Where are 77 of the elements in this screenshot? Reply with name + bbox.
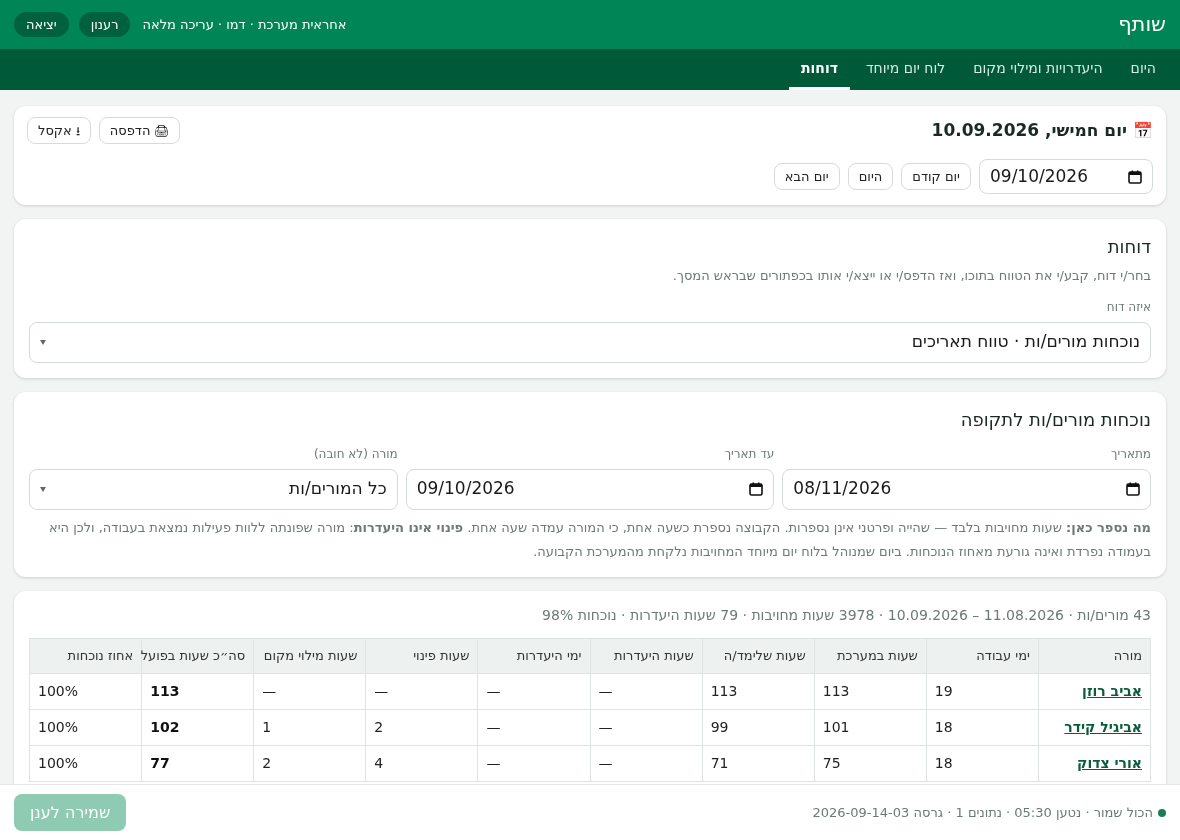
table-cell: 113	[814, 673, 927, 709]
caret-icon	[40, 486, 46, 492]
explanation-note: מה נספר כאן: שעות מחויבות בלבד — שהייה ופרטני אינן נספרות. הקבוצה נספרת כשעה אחת, כי המורה עמדה שעה אחת. פינוי אינו היעדרות: מורה שפונתה ללוות פעילות נמצאת בעבודה, ולכן היא בעמודה נפרדת ואינה גורעת מאחוז הנוכחות. ביום שמנוהל בלוח יום מיוחד המחויבות נלקחת מהמערכת הקבועה.	[48, 518, 1151, 561]
column-header: שעות מילוי מקום	[253, 638, 366, 673]
refresh-button[interactable]: רענון	[78, 12, 131, 37]
table-cell: 102	[141, 709, 254, 745]
column-header: שעות היעדרות	[590, 638, 703, 673]
save-status: הכול שמור · נטען 05:30 · נתונים 1 · גרסה 2026-09-14-03	[812, 803, 1153, 822]
user-info: אחראית מערכת · דמו · עריכה מלאה	[142, 15, 347, 34]
printer-icon: 🖨	[154, 121, 170, 140]
field-label: עד תאריך	[723, 445, 775, 463]
description: בחר/י דוח, קבע/י את הטווח בתוכו, ואז הדפס/י או ייצא/י אותו בכפתורים שבראש המסך.	[671, 267, 1151, 285]
field-label: מורה (לא חובה)	[312, 445, 398, 463]
table-cell: —	[590, 709, 703, 745]
select-field[interactable]: כל המורים/ות	[29, 468, 398, 510]
table-cell: —	[477, 673, 591, 709]
logout-button[interactable]: יציאה	[14, 12, 69, 37]
column-header: אחוז נוכחות	[29, 638, 142, 673]
table-cell: 100%	[29, 709, 142, 745]
date-field[interactable]: 09/10/2026	[979, 159, 1153, 194]
teacher-link[interactable]: אביב רוזן	[1038, 673, 1151, 709]
column-header: שעות במערכת	[814, 638, 927, 673]
table-cell: —	[590, 673, 703, 709]
caret-icon	[40, 339, 46, 345]
table-cell: 18	[926, 745, 1039, 781]
app-title: שותף	[1118, 10, 1166, 38]
teacher-link[interactable]: אורי צדוק	[1038, 745, 1151, 781]
nav-tab[interactable]: היעדרויות ומילוי מקום	[961, 49, 1115, 90]
calendar-icon[interactable]	[1126, 482, 1140, 496]
table-cell: 19	[926, 673, 1039, 709]
column-header: שעות פינוי	[365, 638, 478, 673]
table-cell: 113	[141, 673, 254, 709]
calendar-icon: 📅	[1133, 118, 1153, 143]
calendar-icon[interactable]	[1128, 169, 1142, 184]
nav-tab[interactable]: דוחות	[788, 49, 850, 90]
table-cell: 100%	[29, 673, 142, 709]
table-cell: —	[253, 673, 366, 709]
nav-tab[interactable]: היום	[1118, 49, 1168, 90]
column-header: ימי עבודה	[926, 638, 1039, 673]
field-label: מתאריך	[1110, 445, 1151, 463]
day-title: יום חמישי, 10.09.2026	[931, 118, 1127, 142]
table-cell: —	[365, 673, 478, 709]
date-field[interactable]: 09/10/2026	[405, 468, 775, 510]
table-cell: —	[477, 709, 591, 745]
table-cell: 100%	[29, 745, 142, 781]
table-cell: 2	[253, 745, 366, 781]
excel-button[interactable]: ⭳ אקסל	[27, 117, 91, 144]
report-summary: 43 מורים/ות · 11.08.2026 – 10.09.2026 · 3978 שעות מחויבות · 79 שעות היעדרות · נוכחות 98%	[541, 605, 1151, 625]
column-header: שעות שלימד/ה	[702, 638, 815, 673]
previous-day-button[interactable]: יום קודם	[901, 163, 971, 190]
table-cell: 1	[253, 709, 366, 745]
table-cell: 71	[702, 745, 815, 781]
nav-tab[interactable]: לוח יום מיוחד	[853, 49, 958, 90]
print-button[interactable]: 🖨 הדפסה	[98, 117, 181, 144]
section-title: נוכחות מורים/ות לתקופה	[959, 407, 1151, 432]
teacher-link[interactable]: אביגיל קידר	[1038, 709, 1151, 745]
select-field[interactable]: נוכחות מורים/ות · טווח תאריכים	[29, 321, 1151, 363]
next-day-button[interactable]: יום הבא	[773, 163, 840, 190]
date-field[interactable]: 08/11/2026	[782, 468, 1151, 510]
column-header: סה״כ שעות בפועל	[141, 638, 254, 673]
table-cell: —	[590, 745, 703, 781]
today-button[interactable]: היום	[847, 163, 894, 190]
table-cell: 77	[141, 745, 254, 781]
table-cell: 4	[365, 745, 478, 781]
table-cell: 101	[814, 709, 927, 745]
table-cell: 113	[702, 673, 815, 709]
field-label: איזה דוח	[1105, 298, 1151, 316]
column-header: ימי היעדרות	[477, 638, 591, 673]
table-cell: —	[477, 745, 591, 781]
table-cell: 75	[814, 745, 927, 781]
calendar-icon[interactable]	[749, 482, 764, 496]
table-cell: 2	[365, 709, 478, 745]
table-cell: 18	[926, 709, 1039, 745]
section-title: דוחות	[1106, 235, 1151, 259]
table-cell: 99	[702, 709, 815, 745]
column-header: מורה	[1038, 638, 1151, 673]
download-icon: ⭳	[75, 121, 80, 140]
